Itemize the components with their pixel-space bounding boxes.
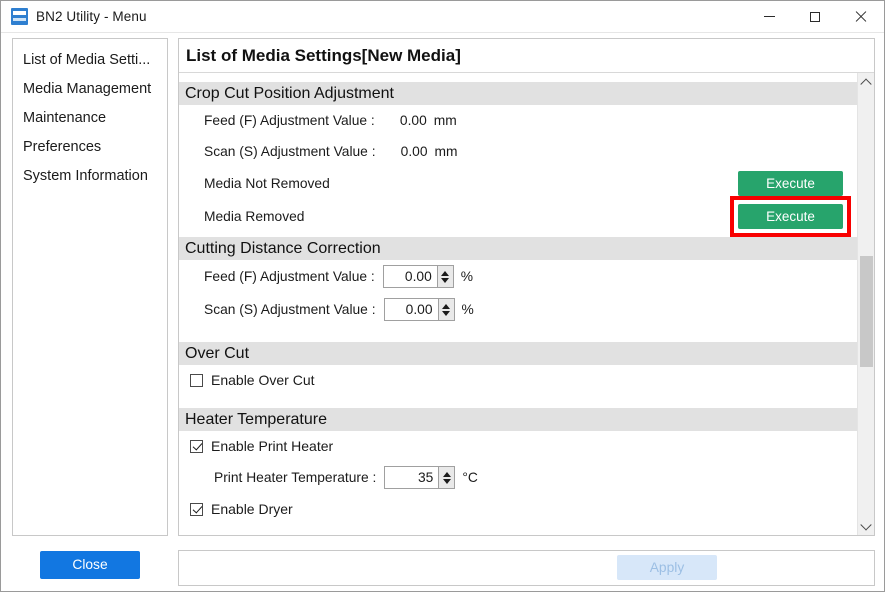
checkbox-row-enable-over-cut[interactable]: Enable Over Cut <box>179 365 857 395</box>
row-cut-scan-adjustment: Scan (S) Adjustment Value : % <box>179 293 857 326</box>
section-header-cutting-distance-correction: Cutting Distance Correction <box>179 237 857 260</box>
spinner-up-icon[interactable] <box>441 270 450 276</box>
execute-media-not-removed-button[interactable]: Execute <box>738 171 843 196</box>
scroll-up-button[interactable] <box>858 73 874 90</box>
window-controls <box>746 1 884 32</box>
maximize-icon <box>810 11 820 22</box>
value-crop-scan-adjustment: 0.00 <box>400 144 428 159</box>
chevron-up-icon <box>860 77 872 90</box>
section-header-crop-cut-position-adjustment: Crop Cut Position Adjustment <box>179 82 857 105</box>
row-crop-feed-adjustment: Feed (F) Adjustment Value : 0.00 mm <box>179 105 857 136</box>
section-header-heater-temperature: Heater Temperature <box>179 408 857 431</box>
unit-print-heater-temperature: °C <box>462 470 478 485</box>
spinner-cut-feed-adjustment <box>382 265 454 288</box>
section-body-over-cut: Enable Over Cut <box>179 365 857 404</box>
label-media-removed: Media Removed <box>204 209 305 224</box>
label-crop-feed-adjustment: Feed (F) Adjustment Value : <box>204 113 375 128</box>
label-crop-scan-adjustment: Scan (S) Adjustment Value : <box>204 144 376 159</box>
highlight-box-media-removed: Execute <box>730 196 851 237</box>
minimize-button[interactable] <box>746 1 792 32</box>
spinner-down-icon[interactable] <box>442 478 451 484</box>
minimize-icon <box>763 16 775 17</box>
execute-media-removed-button[interactable]: Execute <box>738 204 843 229</box>
row-print-heater-temperature: Print Heater Temperature : °C <box>179 461 857 494</box>
sidebar-item-system-information[interactable]: System Information <box>13 162 167 191</box>
label-print-heater-temperature: Print Heater Temperature : <box>214 470 377 485</box>
vertical-scrollbar[interactable] <box>857 73 874 535</box>
checkbox-enable-over-cut[interactable] <box>190 373 203 387</box>
footer-bar: Close Apply <box>1 507 884 591</box>
sidebar-item-media-management[interactable]: Media Management <box>13 75 167 104</box>
sidebar-item-maintenance[interactable]: Maintenance <box>13 104 167 133</box>
maximize-button[interactable] <box>792 1 838 32</box>
label-enable-print-heater: Enable Print Heater <box>211 438 334 454</box>
apply-panel <box>178 550 875 586</box>
spinner-down-icon[interactable] <box>442 310 451 316</box>
spacer-over-cut <box>179 395 857 404</box>
spinner-cut-scan-adjustment <box>383 298 455 321</box>
window-body: List of Media Setti... Media Management … <box>1 33 884 591</box>
unit-crop-scan-adjustment: mm <box>434 144 458 159</box>
close-button[interactable]: Close <box>40 551 140 579</box>
input-cut-scan-adjustment[interactable] <box>383 298 438 321</box>
checkbox-row-enable-print-heater[interactable]: Enable Print Heater <box>179 431 857 461</box>
app-icon <box>11 8 28 25</box>
input-print-heater-temperature[interactable] <box>384 466 439 489</box>
spacer-cutting-distance <box>179 326 857 338</box>
close-icon <box>855 11 867 23</box>
spinner-buttons-print-heater <box>438 466 456 489</box>
apply-button[interactable]: Apply <box>617 555 717 580</box>
spinner-up-icon[interactable] <box>442 303 451 309</box>
close-window-button[interactable] <box>838 1 884 32</box>
spinner-up-icon[interactable] <box>442 471 451 477</box>
label-cut-scan-adjustment: Scan (S) Adjustment Value : <box>204 302 376 317</box>
label-cut-feed-adjustment: Feed (F) Adjustment Value : <box>204 269 375 284</box>
label-media-not-removed: Media Not Removed <box>204 176 330 191</box>
unit-crop-feed-adjustment: mm <box>433 113 457 128</box>
title-bar: BN2 Utility - Menu <box>1 1 884 33</box>
window-title: BN2 Utility - Menu <box>36 9 147 24</box>
scrollbar-thumb[interactable] <box>860 256 873 367</box>
row-crop-scan-adjustment: Scan (S) Adjustment Value : 0.00 mm <box>179 136 857 167</box>
section-body-cutting-distance-correction: Feed (F) Adjustment Value : % <box>179 260 857 338</box>
row-media-removed: Media Removed Execute <box>179 196 857 237</box>
section-header-over-cut: Over Cut <box>179 342 857 365</box>
spinner-print-heater-temperature <box>384 466 456 489</box>
sidebar-item-list-of-media-settings[interactable]: List of Media Setti... <box>13 46 167 75</box>
spinner-down-icon[interactable] <box>441 277 450 283</box>
page-title: List of Media Settings[New Media] <box>179 39 874 73</box>
main-panel: List of Media Settings[New Media] Crop C… <box>178 38 875 536</box>
app-window: BN2 Utility - Menu List of Media Setti..… <box>0 0 885 592</box>
input-cut-feed-adjustment[interactable] <box>382 265 437 288</box>
spinner-buttons-cut-scan <box>437 298 455 321</box>
sidebar-item-preferences[interactable]: Preferences <box>13 133 167 162</box>
value-crop-feed-adjustment: 0.00 <box>399 113 427 128</box>
label-enable-over-cut: Enable Over Cut <box>211 372 315 388</box>
row-cut-feed-adjustment: Feed (F) Adjustment Value : % <box>179 260 857 293</box>
settings-list: Crop Cut Position Adjustment Feed (F) Ad… <box>179 73 857 535</box>
checkbox-enable-print-heater[interactable] <box>190 439 203 453</box>
unit-cut-feed-adjustment: % <box>460 269 474 284</box>
unit-cut-scan-adjustment: % <box>461 302 474 317</box>
spinner-buttons-cut-feed <box>436 265 454 288</box>
sidebar: List of Media Setti... Media Management … <box>12 38 168 536</box>
section-body-crop-cut-position-adjustment: Feed (F) Adjustment Value : 0.00 mm Scan… <box>179 105 857 237</box>
scroll-area: Crop Cut Position Adjustment Feed (F) Ad… <box>179 73 874 535</box>
